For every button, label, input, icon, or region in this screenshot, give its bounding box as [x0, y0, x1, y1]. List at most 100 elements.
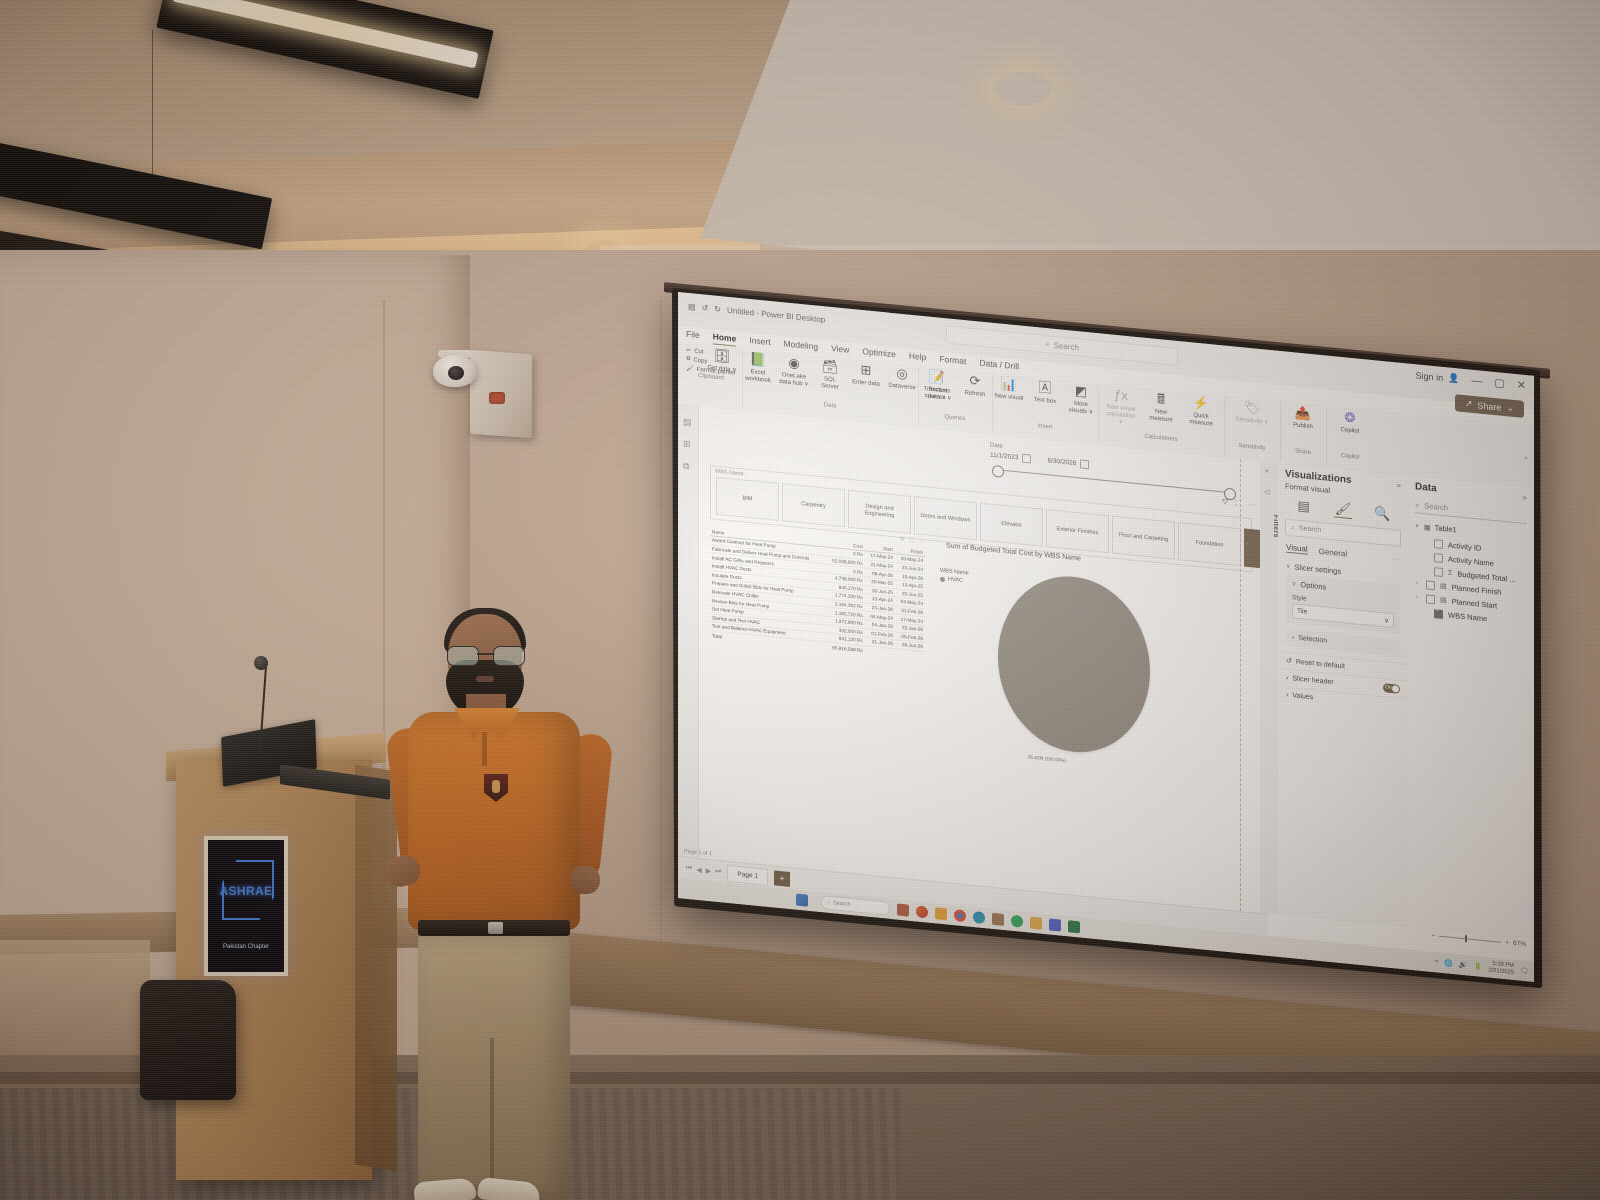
field-checkbox[interactable]	[1434, 566, 1443, 577]
slicer-header-toggle[interactable]: On	[1383, 683, 1400, 694]
tab-home[interactable]: Home	[712, 331, 737, 347]
slicer-next-arrow-icon[interactable]: ›	[1245, 539, 1248, 548]
table-view-icon[interactable]: ⊞	[683, 438, 693, 449]
date-start-input[interactable]: 11/1/2023	[990, 451, 1032, 464]
tab-insert[interactable]: Insert	[749, 335, 770, 350]
refresh-button[interactable]: ⟳ Refresh	[960, 372, 990, 400]
taskbar-search-box[interactable]: ⌕ Search	[821, 895, 890, 916]
new-visual-button[interactable]: 📊 New visual	[994, 375, 1024, 403]
slicer-tile-carpentry[interactable]: Carpentry	[782, 483, 845, 528]
tab-view[interactable]: View	[831, 343, 849, 358]
network-icon[interactable]: 🌐	[1444, 959, 1453, 968]
slicer-tile-doors-and-windows[interactable]: Doors and Windows	[914, 496, 977, 541]
save-icon[interactable]: ▤	[688, 302, 696, 312]
battery-icon[interactable]: 🔋	[1474, 962, 1483, 971]
next-page-icon[interactable]: ▶	[706, 867, 711, 876]
field-checkbox[interactable]	[1434, 552, 1443, 563]
folder-icon[interactable]	[1030, 916, 1042, 930]
tab-visual[interactable]: Visual	[1286, 542, 1308, 555]
filter-icon[interactable]: ⛛	[900, 537, 905, 544]
whatsapp-icon[interactable]	[1011, 914, 1023, 928]
zoom-slider-handle[interactable]	[1465, 935, 1467, 943]
collapse-icon[interactable]: «	[1265, 468, 1269, 475]
zoom-in-button[interactable]: +	[1505, 939, 1509, 946]
transform-data-button[interactable]: 📝 Transform data ∨	[920, 368, 954, 403]
last-page-icon[interactable]: ⏭	[715, 868, 721, 877]
collapse-pane-icon[interactable]: »	[1397, 480, 1401, 489]
budgeted-cost-pie-visual[interactable]: Sum of Budgeted Total Cost by WBS Name 6…	[940, 542, 1240, 871]
field-checkbox[interactable]	[1434, 538, 1443, 549]
taskbar-clock[interactable]: 5:39 PM 2/21/2025	[1488, 961, 1514, 977]
field-checkbox[interactable]	[1426, 593, 1435, 604]
more-options-icon[interactable]: ···	[1248, 500, 1256, 511]
publish-button[interactable]: 📤 Publish	[1288, 404, 1318, 432]
chrome-icon[interactable]	[954, 909, 966, 923]
tray-chevron-icon[interactable]: ^	[1435, 959, 1438, 966]
filter-icon[interactable]: ⛛	[1222, 497, 1229, 508]
add-page-button[interactable]: +	[774, 869, 791, 887]
report-view-icon[interactable]: ▤	[683, 416, 693, 427]
field-checkbox[interactable]	[1426, 579, 1435, 590]
report-canvas[interactable]: Date 11/1/2023 6/30/2026 ⛛ ⛶ ··· WBS Nam…	[700, 406, 1307, 914]
edge-icon[interactable]	[973, 910, 985, 925]
volume-icon[interactable]: 🔊	[1459, 961, 1468, 970]
task-view-icon[interactable]	[897, 903, 909, 917]
date-slider-handle-start[interactable]	[992, 464, 1004, 478]
chevron-down-icon[interactable]: ∨	[1415, 522, 1420, 529]
undo-icon[interactable]: ↺	[702, 303, 709, 313]
slicer-tile-foundation[interactable]: Foundation	[1178, 522, 1241, 567]
date-end-input[interactable]: 6/30/2026	[1047, 456, 1090, 470]
model-view-icon[interactable]: ⧉	[683, 460, 693, 471]
new-visual-calculation-button[interactable]: ƒx New visual calculation ∨	[1104, 386, 1138, 428]
collapse-ribbon-button[interactable]: ^	[1524, 455, 1528, 464]
minimize-button[interactable]: —	[1471, 374, 1482, 387]
expand-filters-icon[interactable]: ◁	[1264, 487, 1269, 496]
slicer-tile-design-and-engineering[interactable]: Design and Engineering	[848, 489, 911, 534]
paint-roller-icon[interactable]: 🖌	[1333, 500, 1352, 520]
activities-table-visual[interactable]: ⛛ ⛶ ··· Name Cost Start Finish Award Con…	[710, 527, 925, 661]
notification-icon[interactable]: 🗨	[1520, 967, 1529, 976]
microsoft-store-icon[interactable]	[992, 912, 1004, 926]
redo-icon[interactable]: ↻	[714, 305, 721, 315]
copilot-button[interactable]: ❂ Copilot	[1335, 408, 1365, 436]
tab-help[interactable]: Help	[909, 351, 926, 366]
format-more-options-icon[interactable]: ···	[1392, 554, 1400, 564]
tab-format[interactable]: Format	[939, 354, 966, 370]
chevron-right-icon[interactable]: ›	[1416, 594, 1421, 600]
sign-in-button[interactable]: Sign in 👤	[1416, 369, 1460, 384]
dataverse-button[interactable]: ◎ Dataverse	[887, 364, 917, 392]
file-explorer-icon[interactable]	[935, 907, 947, 921]
slicer-tile-elevator[interactable]: Elevator	[980, 502, 1043, 547]
first-page-icon[interactable]: ⏮	[686, 865, 692, 874]
tab-file[interactable]: File	[686, 329, 700, 343]
new-measure-button[interactable]: 🖩 New measure	[1144, 390, 1178, 425]
copilot-icon[interactable]	[916, 905, 928, 919]
more-visuals-button[interactable]: ◩ More visuals ∨	[1066, 382, 1096, 417]
onelake-data-hub-button[interactable]: ◉ OneLake data hub ∨	[779, 354, 809, 389]
pie-slice-hvac[interactable]	[998, 569, 1150, 760]
slicer-tile-bim[interactable]: BIM	[716, 476, 779, 521]
quick-measure-button[interactable]: ⚡ Quick measure	[1184, 394, 1218, 429]
page-tab-page-1[interactable]: Page 1	[727, 864, 769, 886]
fields-table-icon[interactable]: ▤	[1295, 497, 1313, 515]
collapse-pane-icon[interactable]: »	[1523, 493, 1527, 502]
field-checkbox[interactable]	[1434, 608, 1443, 619]
filters-pane-collapsed[interactable]: « ◁ Filters	[1260, 461, 1279, 915]
text-box-button[interactable]: 🄰 Text box	[1030, 379, 1060, 407]
enter-data-button[interactable]: ⊞ Enter data	[851, 361, 881, 389]
sql-server-button[interactable]: 🗃 SQL Server	[815, 357, 845, 392]
slicer-tile-exterior-finishes[interactable]: Exterior Finishes	[1046, 509, 1109, 554]
powerbi-icon[interactable]	[1049, 918, 1061, 932]
slicer-tile-floor-and-carpeting[interactable]: Floor and Carpeting	[1112, 515, 1175, 560]
magnifier-chart-icon[interactable]: 🔍	[1373, 505, 1391, 523]
focus-mode-icon[interactable]: ⛶	[910, 538, 914, 545]
prev-page-icon[interactable]: ◀	[696, 866, 701, 875]
close-button[interactable]: ✕	[1517, 378, 1526, 392]
excel-icon[interactable]	[1068, 920, 1080, 934]
tab-general[interactable]: General	[1319, 546, 1347, 558]
chevron-right-icon[interactable]: ›	[1416, 580, 1421, 586]
zoom-slider-track[interactable]	[1439, 935, 1502, 943]
sensitivity-button[interactable]: 🏷 Sensitivity ∨	[1235, 399, 1269, 427]
get-data-button[interactable]: 🗄 Get data ∨	[707, 347, 737, 375]
zoom-out-button[interactable]: –	[1432, 932, 1436, 939]
